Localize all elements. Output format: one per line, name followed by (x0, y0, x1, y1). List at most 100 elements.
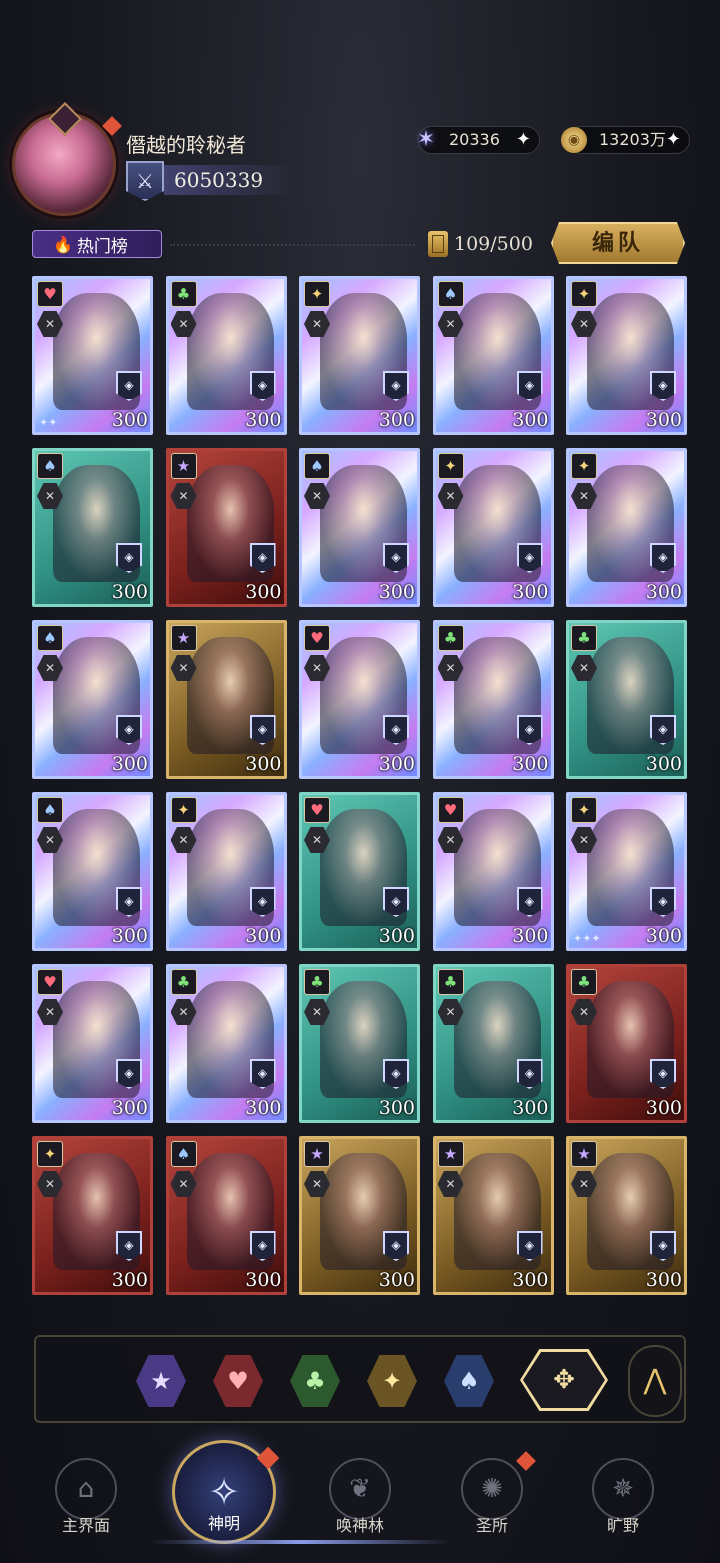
god-card[interactable]: ✦ ✕ ◈ 300 (566, 276, 687, 435)
suit-club-icon: ♣ (571, 625, 597, 651)
gold-coin-icon: ◉ (561, 127, 587, 153)
god-card[interactable]: ♣ ✕ ◈ 300 (165, 964, 287, 1123)
hot-list-tab[interactable]: 🔥 热门榜 (32, 230, 162, 258)
card-level: 300 (512, 1269, 549, 1291)
power-value: 6050339 (164, 165, 294, 195)
card-deck-icon (428, 231, 448, 257)
card-level: 300 (111, 1269, 148, 1291)
god-card[interactable]: ✦ ✕ ◈ 300 (566, 448, 687, 607)
god-card[interactable]: ♣ ✕ ◈ 300 (299, 964, 420, 1123)
card-grid: ♥ ✕ ◈ ✦✦ 300 ♣ ✕ ◈ 300 ✦ ✕ ◈ 300 ♠ ✕ ◈ 300 ✦ ✕ ◈ 300 ♠ ✕ ◈ 300 ★ ✕… (32, 276, 688, 1295)
god-card[interactable]: ✦ ✕ ◈ 300 (165, 792, 287, 951)
nav-home[interactable]: ⌂ 主界面 (36, 1458, 136, 1536)
suit-heart-icon: ♥ (37, 969, 63, 995)
god-card[interactable]: ★ ✕ ◈ 300 (432, 1136, 554, 1295)
suit-club-icon: ♣ (170, 281, 197, 307)
filter-heart-icon[interactable]: ♥ (213, 1355, 263, 1407)
divider (170, 244, 415, 246)
god-card[interactable]: ♣ ✕ ◈ 300 (432, 964, 554, 1123)
card-level: 300 (378, 581, 415, 603)
filter-all-icon[interactable]: ✥ (520, 1349, 608, 1411)
god-card[interactable]: ✦ ✕ ◈ ✦✦✦ 300 (566, 792, 687, 951)
suit-filter-bar: ★ ♥ ♣ ✦ ♠ ✥ ⋀ (34, 1335, 686, 1423)
card-level: 300 (111, 925, 148, 947)
suit-club-icon: ♣ (304, 969, 330, 995)
card-capacity: 109/500 (428, 230, 533, 258)
nav-wilds[interactable]: ✵ 旷野 (578, 1458, 668, 1536)
suit-spark-icon: ✦ (37, 1141, 63, 1167)
suit-spade-icon: ♠ (437, 281, 464, 307)
god-card[interactable]: ★ ✕ ◈ 300 (566, 1136, 687, 1295)
suit-star-icon: ★ (170, 453, 197, 479)
active-tab-glow (150, 1540, 450, 1544)
god-card[interactable]: ★ ✕ ◈ 300 (165, 620, 287, 779)
suit-spark-icon: ✦ (437, 453, 464, 479)
filter-star-icon[interactable]: ★ (136, 1355, 186, 1407)
nav-gods[interactable]: ✧ 神明 (168, 1440, 280, 1544)
card-level: 300 (645, 925, 682, 947)
suit-star-icon: ★ (304, 1141, 330, 1167)
suit-star-icon: ★ (437, 1141, 464, 1167)
card-level: 300 (245, 1269, 282, 1291)
god-card[interactable]: ✦ ✕ ◈ 300 (432, 448, 554, 607)
suit-club-icon: ♣ (571, 969, 597, 995)
god-card[interactable]: ♥ ✕ ◈ ✦✦ 300 (32, 276, 153, 435)
notification-gem-icon (516, 1451, 536, 1471)
god-card[interactable]: ♥ ✕ ◈ 300 (432, 792, 554, 951)
suit-spade-icon: ♠ (37, 797, 63, 823)
suit-heart-icon: ♥ (437, 797, 464, 823)
god-card[interactable]: ★ ✕ ◈ 300 (165, 448, 287, 607)
nav-sanctuary[interactable]: ✺ 圣所 (447, 1451, 537, 1536)
add-gold-button[interactable]: ✦ (666, 127, 681, 153)
suit-star-icon: ★ (170, 625, 197, 651)
suit-club-icon: ♣ (437, 969, 464, 995)
collapse-chevron-up-icon[interactable]: ⋀ (628, 1345, 682, 1417)
suit-spark-icon: ✦ (571, 797, 597, 823)
god-card[interactable]: ♠ ✕ ◈ 300 (32, 448, 153, 607)
add-star-button[interactable]: ✦ (516, 127, 531, 153)
suit-spark-icon: ✦ (571, 281, 597, 307)
formation-button[interactable]: 编队 (551, 222, 685, 264)
suit-heart-icon: ♥ (37, 281, 63, 307)
nav-summon-label: 唤神林 (335, 1516, 384, 1535)
card-level: 300 (645, 1269, 682, 1291)
suit-spark-icon: ✦ (170, 797, 197, 823)
card-level: 300 (378, 925, 415, 947)
god-card[interactable]: ♥ ✕ ◈ 300 (32, 964, 153, 1123)
god-card[interactable]: ♣ ✕ ◈ 300 (566, 964, 687, 1123)
god-card[interactable]: ✦ ✕ ◈ 300 (32, 1136, 153, 1295)
suit-spark-icon: ✦ (571, 453, 597, 479)
nav-gods-label: 神明 (207, 1514, 240, 1533)
suit-spade-icon: ♠ (170, 1141, 197, 1167)
nav-home-label: 主界面 (61, 1516, 110, 1535)
god-card[interactable]: ♠ ✕ ◈ 300 (32, 620, 153, 779)
nav-sanctuary-label: 圣所 (475, 1516, 508, 1535)
god-card[interactable]: ♠ ✕ ◈ 300 (165, 1136, 287, 1295)
god-card[interactable]: ♠ ✕ ◈ 300 (32, 792, 153, 951)
filter-club-icon[interactable]: ♣ (290, 1355, 340, 1407)
god-card[interactable]: ★ ✕ ◈ 300 (299, 1136, 420, 1295)
card-level: 300 (512, 581, 549, 603)
player-avatar[interactable] (12, 102, 122, 216)
filter-spade-icon[interactable]: ♠ (444, 1355, 494, 1407)
notification-gem-icon (102, 116, 122, 136)
god-card[interactable]: ♣ ✕ ◈ 300 (432, 620, 554, 779)
card-level: 300 (245, 1097, 282, 1119)
nav-summon[interactable]: ❦ 唤神林 (305, 1458, 415, 1536)
star-currency-value: 20336 (449, 130, 500, 149)
god-card[interactable]: ♠ ✕ ◈ 300 (432, 276, 554, 435)
card-level: 300 (512, 409, 549, 431)
tree-icon: ❦ (329, 1458, 391, 1520)
god-card[interactable]: ♣ ✕ ◈ 300 (165, 276, 287, 435)
god-card[interactable]: ♠ ✕ ◈ 300 (299, 448, 420, 607)
god-card[interactable]: ✦ ✕ ◈ 300 (299, 276, 420, 435)
avatar-crest-icon (48, 102, 82, 136)
sanctuary-icon: ✺ (461, 1458, 523, 1520)
god-card[interactable]: ♣ ✕ ◈ 300 (566, 620, 687, 779)
card-level: 300 (245, 753, 282, 775)
filter-spark-icon[interactable]: ✦ (367, 1355, 417, 1407)
card-level: 300 (645, 581, 682, 603)
star-rank: ✦✦ (39, 416, 58, 429)
god-card[interactable]: ♥ ✕ ◈ 300 (299, 792, 420, 951)
god-card[interactable]: ♥ ✕ ◈ 300 (299, 620, 420, 779)
